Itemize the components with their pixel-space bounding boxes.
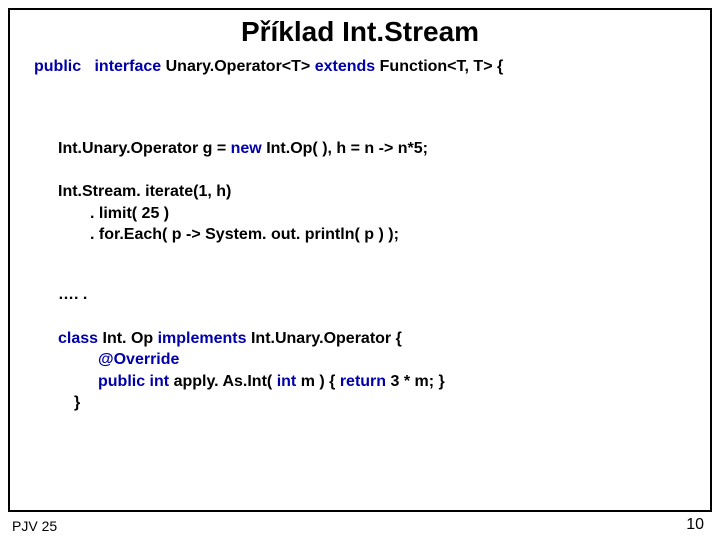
code-line-5: . for.Each( p -> System. out. println( p… xyxy=(34,224,686,246)
code-line-7: @Override xyxy=(34,349,686,371)
code-line-1: public interface Unary.Operator<T> exten… xyxy=(34,56,686,78)
code-text: apply. As.Int( xyxy=(174,373,277,390)
keyword-new: new xyxy=(231,140,262,157)
code-line-3: Int.Stream. iterate(1, h) xyxy=(34,181,686,203)
code-block: public interface Unary.Operator<T> exten… xyxy=(34,56,686,414)
code-dots: …. . xyxy=(34,284,686,306)
keyword-public-int: public int xyxy=(98,373,169,390)
code-text: Int.Op( ), h = n -> n*5; xyxy=(266,140,428,157)
keyword-class: class xyxy=(58,330,98,347)
keyword-implements: implements xyxy=(158,330,247,347)
code-text: Unary.Operator<T> xyxy=(166,58,315,75)
code-line-4: . limit( 25 ) xyxy=(34,203,686,225)
slide-frame: Příklad Int.Stream public interface Unar… xyxy=(8,8,712,512)
code-line-6: class Int. Op implements Int.Unary.Opera… xyxy=(34,328,686,350)
slide-number: 10 xyxy=(686,516,704,534)
code-line-2: Int.Unary.Operator g = new Int.Op( ), h … xyxy=(34,138,686,160)
code-text: Int.Unary.Operator { xyxy=(251,330,402,347)
code-text: Int.Unary.Operator g = xyxy=(58,140,231,157)
code-line-9: } xyxy=(34,392,686,414)
code-text: m ) { xyxy=(301,373,340,390)
code-text: 3 * m; } xyxy=(391,373,445,390)
keyword-int: int xyxy=(277,373,297,390)
code-line-8: public int apply. As.Int( int m ) { retu… xyxy=(34,371,686,393)
keyword-public: public xyxy=(34,58,81,75)
keyword-interface: interface xyxy=(94,58,161,75)
code-text: Function<T, T> { xyxy=(380,58,504,75)
code-text: Int. Op xyxy=(103,330,158,347)
slide-title: Příklad Int.Stream xyxy=(34,16,686,48)
footer-left: PJV 25 xyxy=(12,518,57,534)
keyword-extends: extends xyxy=(315,58,375,75)
keyword-return: return xyxy=(340,373,386,390)
